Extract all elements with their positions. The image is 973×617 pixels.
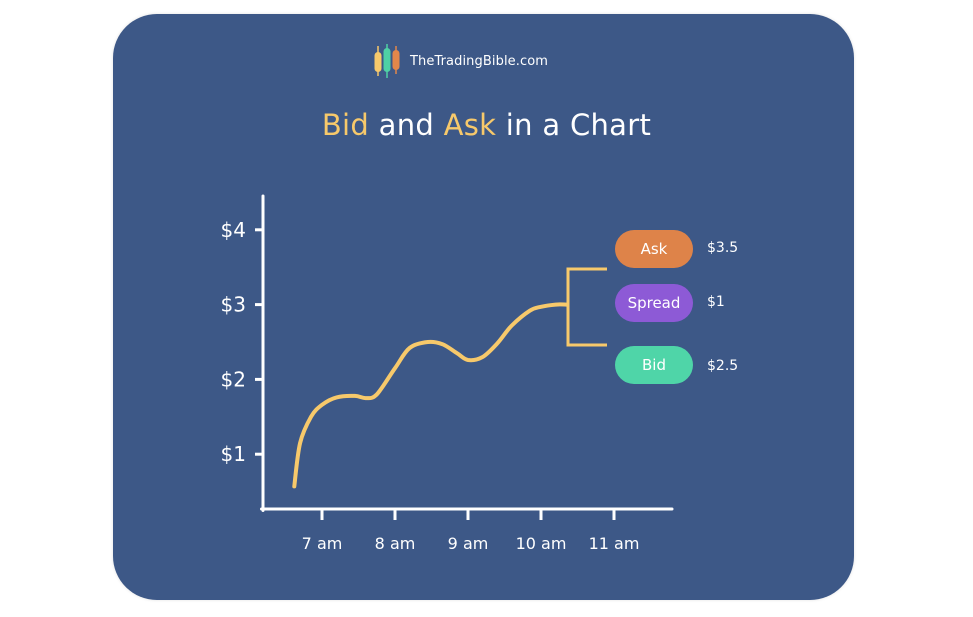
x-tick-label: 7 am xyxy=(302,534,343,553)
x-tick-label: 8 am xyxy=(375,534,416,553)
line-chart: $1 $2 $3 $4 7 am 8 am 9 am 10 am 11 am xyxy=(221,194,674,553)
bid-value: $2.5 xyxy=(707,358,739,374)
spread-value: $1 xyxy=(707,294,725,310)
y-tick-label: $4 xyxy=(221,218,246,242)
ask-pill: Ask xyxy=(615,230,693,268)
x-tick-label: 11 am xyxy=(589,534,640,553)
bid-pill: Bid xyxy=(615,346,693,384)
spread-pill: Spread xyxy=(615,284,693,322)
y-tick-label: $1 xyxy=(221,442,246,466)
y-tick-label: $2 xyxy=(221,367,246,391)
y-tick-label: $3 xyxy=(221,293,246,317)
x-tick-label: 9 am xyxy=(448,534,489,553)
x-tick-label: 10 am xyxy=(516,534,567,553)
ask-value: $3.5 xyxy=(707,240,739,256)
price-line xyxy=(292,302,569,489)
